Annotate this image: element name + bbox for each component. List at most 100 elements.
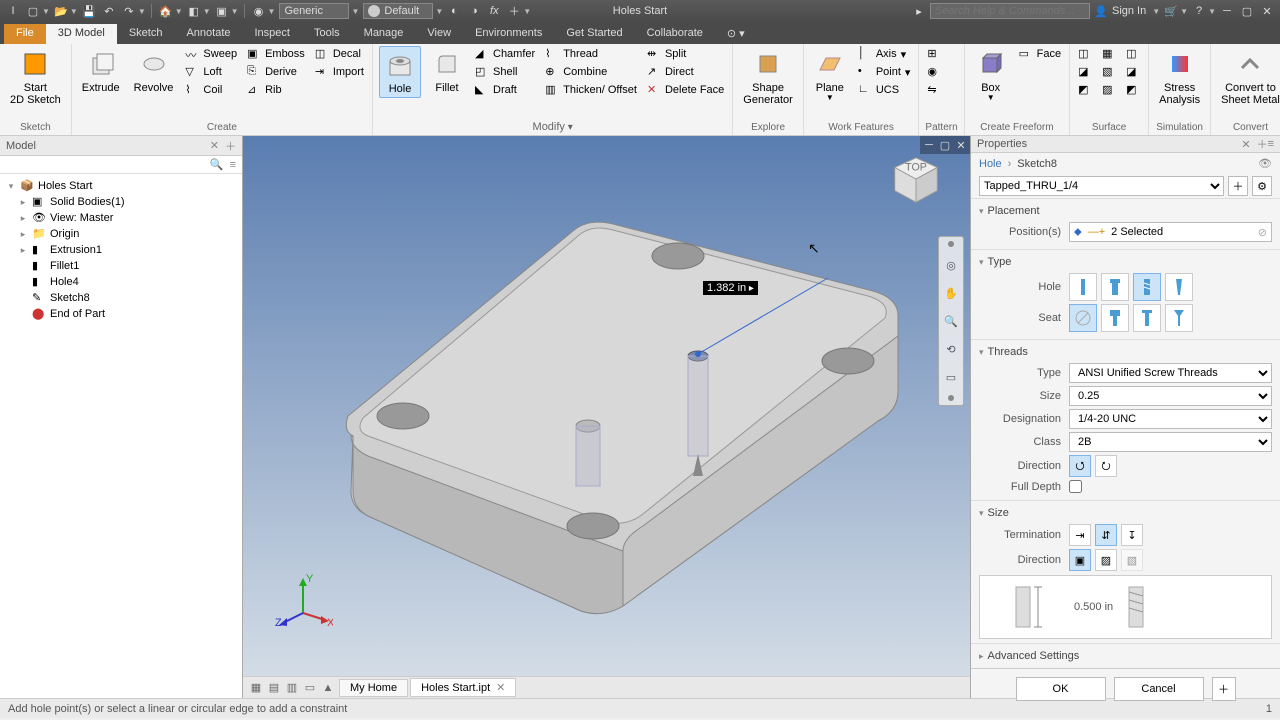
tree-fillet1[interactable]: ▮Fillet1 xyxy=(6,258,236,274)
tree-extrusion1[interactable]: ▸▮Extrusion1 xyxy=(6,242,236,258)
thread-button[interactable]: ⌇Thread xyxy=(543,46,639,62)
minimize-icon[interactable]: ─ xyxy=(1218,3,1236,19)
dir-default-icon[interactable]: ▣ xyxy=(1069,549,1091,571)
draft-button[interactable]: ◣Draft xyxy=(473,82,537,98)
axis-button[interactable]: │Axis ▾ xyxy=(856,46,913,62)
point-button[interactable]: •Point ▾ xyxy=(856,64,913,80)
viewport[interactable]: ─ ▢ ✕ TOP ◎ ✋ 🔍 ⟲ ▭ xyxy=(243,136,970,698)
positions-field[interactable]: ⬥—+2 Selected⊘ xyxy=(1069,222,1272,242)
appearance-icon[interactable]: ◐ xyxy=(445,2,463,20)
dir-sym-icon[interactable]: ▧ xyxy=(1121,549,1143,571)
emboss-button[interactable]: ▣Emboss xyxy=(245,46,307,62)
cancel-button[interactable]: Cancel xyxy=(1114,677,1204,701)
app-icon[interactable]: I xyxy=(4,2,22,20)
term-to-icon[interactable]: ↧ xyxy=(1121,524,1143,546)
material-dropdown[interactable]: Generic xyxy=(279,3,349,19)
restore-icon[interactable]: ▢ xyxy=(1238,3,1256,19)
rib-button[interactable]: ⊿Rib xyxy=(245,82,307,98)
ucs-button[interactable]: ∟UCS xyxy=(856,82,913,98)
orbit-icon[interactable]: ⟲ xyxy=(941,339,961,359)
stress-analysis-button[interactable]: Stress Analysis xyxy=(1155,46,1204,108)
direct-button[interactable]: ↗Direct xyxy=(645,64,726,80)
cart-icon[interactable]: 🛒 xyxy=(1162,2,1180,20)
pan-icon[interactable]: ✋ xyxy=(941,283,961,303)
coil-button[interactable]: ⌇Coil xyxy=(183,82,239,98)
shape-generator-button[interactable]: Shape Generator xyxy=(739,46,797,108)
browser-add-icon[interactable]: ＋ xyxy=(225,138,236,154)
surf-3[interactable]: ◩ xyxy=(1076,82,1094,98)
preset-add-icon[interactable]: ＋ xyxy=(1228,176,1248,196)
plus-icon[interactable]: ＋ xyxy=(505,2,523,20)
depth-value[interactable]: 0.500 in xyxy=(1074,601,1113,613)
thread-left-hand-icon[interactable]: ⭮ xyxy=(1095,455,1117,477)
convert-sheet-metal-button[interactable]: Convert to Sheet Metal xyxy=(1217,46,1280,108)
select-icon[interactable]: ▣ xyxy=(213,2,231,20)
surf-1[interactable]: ◫ xyxy=(1076,46,1094,62)
thread-size-dropdown[interactable]: 0.25 xyxy=(1069,386,1272,406)
material-icon[interactable]: ◉ xyxy=(250,2,268,20)
thread-class-dropdown[interactable]: 2B xyxy=(1069,432,1272,452)
thread-designation-dropdown[interactable]: 1/4-20 UNC xyxy=(1069,409,1272,429)
hole-tapped-icon[interactable] xyxy=(1133,273,1161,301)
section-threads[interactable]: ▾Threads xyxy=(979,344,1272,360)
vp-close-icon[interactable]: ✕ xyxy=(954,138,968,152)
vp-min-icon[interactable]: ─ xyxy=(922,138,936,152)
term-distance-icon[interactable]: ⇥ xyxy=(1069,524,1091,546)
extrude-button[interactable]: Extrude xyxy=(78,46,124,96)
adjust-icon[interactable]: ◑ xyxy=(465,2,483,20)
plane-button[interactable]: Plane▼ xyxy=(810,46,850,105)
combine-button[interactable]: ⊕Combine xyxy=(543,64,639,80)
hole-button[interactable]: Hole xyxy=(379,46,421,98)
start-2d-sketch-button[interactable]: Start 2D Sketch xyxy=(6,46,65,108)
tab-inspect[interactable]: Inspect xyxy=(243,24,302,44)
decal-button[interactable]: ◫Decal xyxy=(313,46,366,62)
sign-in-link[interactable]: Sign In xyxy=(1112,5,1146,17)
mirror-button[interactable]: ⇋ xyxy=(925,82,943,98)
apply-plus-button[interactable]: ＋ xyxy=(1212,677,1236,701)
surf-2[interactable]: ◪ xyxy=(1076,64,1094,80)
face-button[interactable]: ▭Face xyxy=(1017,46,1063,62)
close-icon[interactable]: ✕ xyxy=(1258,3,1276,19)
vp-max-icon[interactable]: ▢ xyxy=(938,138,952,152)
preset-settings-icon[interactable]: ⚙ xyxy=(1252,176,1272,196)
browser-menu-icon[interactable]: ≡ xyxy=(230,159,236,171)
open-icon[interactable]: 📂 xyxy=(52,2,70,20)
browser-close-icon[interactable]: ✕ xyxy=(210,139,219,152)
tab-get-started[interactable]: Get Started xyxy=(554,24,634,44)
tab-environments[interactable]: Environments xyxy=(463,24,554,44)
loft-button[interactable]: ▽Loft xyxy=(183,64,239,80)
tree-root[interactable]: ▾📦Holes Start xyxy=(6,178,236,194)
zoom-icon[interactable]: 🔍 xyxy=(941,311,961,331)
delete-face-button[interactable]: ✕Delete Face xyxy=(645,82,726,98)
tab-view[interactable]: View xyxy=(415,24,463,44)
preset-dropdown[interactable]: Tapped_THRU_1/4 xyxy=(979,176,1224,196)
tree-sketch8[interactable]: ✎Sketch8 xyxy=(6,290,236,306)
redo-icon[interactable]: ↷ xyxy=(120,2,138,20)
undo-icon[interactable]: ↶ xyxy=(100,2,118,20)
lookat-icon[interactable]: ▭ xyxy=(941,367,961,387)
surf-7[interactable]: ◫ xyxy=(1124,46,1142,62)
surf-6[interactable]: ▨ xyxy=(1100,82,1118,98)
layout-3-icon[interactable]: ▥ xyxy=(283,679,301,697)
save-icon[interactable]: 💾 xyxy=(80,2,98,20)
tree-view-master[interactable]: ▸👁View: Master xyxy=(6,210,236,226)
tab-3d-model[interactable]: 3D Model xyxy=(46,24,117,44)
split-button[interactable]: ⇹Split xyxy=(645,46,726,62)
term-through-icon[interactable]: ⇵ xyxy=(1095,524,1117,546)
part-model[interactable] xyxy=(273,156,933,636)
tab-bullet[interactable]: ⊙ ▾ xyxy=(715,24,757,44)
file-tab[interactable]: File xyxy=(4,24,46,44)
ok-button[interactable]: OK xyxy=(1016,677,1106,701)
seat-none-icon[interactable] xyxy=(1069,304,1097,332)
sweep-button[interactable]: 〰Sweep xyxy=(183,46,239,62)
derive-button[interactable]: ⎘Derive xyxy=(245,64,307,80)
help-icon[interactable]: ? xyxy=(1190,2,1208,20)
seat-countersink-icon[interactable] xyxy=(1165,304,1193,332)
home-icon[interactable]: 🏠 xyxy=(157,2,175,20)
surf-9[interactable]: ◩ xyxy=(1124,82,1142,98)
chamfer-button[interactable]: ◢Chamfer xyxy=(473,46,537,62)
surf-4[interactable]: ▦ xyxy=(1100,46,1118,62)
props-close-icon[interactable]: ✕ xyxy=(1241,138,1250,151)
user-icon[interactable]: 👤 xyxy=(1092,2,1110,20)
team-icon[interactable]: ◧ xyxy=(185,2,203,20)
